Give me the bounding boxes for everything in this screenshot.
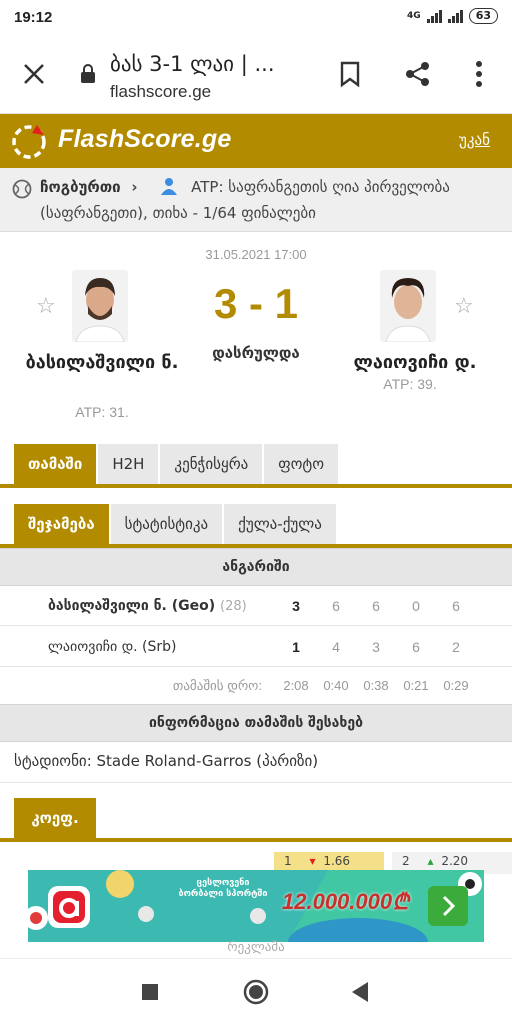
breadcrumb-arrow: › <box>131 178 138 196</box>
odds-home-value: 1.66 <box>323 854 351 868</box>
home-icon[interactable] <box>243 979 269 1005</box>
back-triangle-icon[interactable] <box>351 981 369 1003</box>
venue-info: სტადიონი: Stade Roland-Garros (პარიზი) <box>14 752 319 770</box>
scoreboard-header: ანგარიში <box>0 548 512 586</box>
chevron-right-icon <box>442 895 456 917</box>
odds-away-label: 2 <box>402 854 410 868</box>
match-info-header: ინფორმაცია თამაშის შესახებ <box>0 704 512 742</box>
duration-set-2: 0:38 <box>363 678 389 693</box>
duration-set-3: 0:21 <box>403 678 429 693</box>
ad-brand-text: ცესლოვენი ბორბალი სპორტში <box>178 878 268 899</box>
home-row-name: ბასილაშვილი ნ. (Geo) (28) <box>48 598 247 614</box>
lock-icon <box>81 64 95 83</box>
match-datetime: 31.05.2021 17:00 <box>205 247 307 262</box>
tab-statistics[interactable]: სტატისტიკა <box>110 504 223 544</box>
away-player-photo[interactable] <box>380 270 436 342</box>
status-time: 19:12 <box>14 9 53 26</box>
signal-icon-2 <box>447 9 463 23</box>
page-url[interactable]: flashscore.ge <box>110 82 211 102</box>
main-tabs: თამაში H2H კენჭისყრა ფოტო <box>14 444 339 484</box>
table-row-away[interactable]: ლაიოვიჩი დ. (Srb) 1 4 3 6 2 <box>0 627 512 667</box>
divider <box>0 782 512 783</box>
duration-label: თამაშის დრო: <box>172 678 262 693</box>
away-set-2: 3 <box>372 639 380 655</box>
away-set-1: 4 <box>332 639 340 655</box>
match-header: 31.05.2021 17:00 ☆ ბასილაშვილი ნ. ATP: 3… <box>0 232 512 438</box>
main-tabs-underline <box>0 484 512 488</box>
match-duration-row: თამაშის დრო: 2:08 0:40 0:38 0:21 0:29 <box>0 668 512 704</box>
signal-icon <box>426 9 442 23</box>
home-row-seed: (28) <box>220 599 247 614</box>
home-player-name[interactable]: ბასილაშვილი ნ. <box>14 350 190 376</box>
flashscore-logo-icon[interactable] <box>10 123 48 161</box>
home-set-4: 6 <box>452 598 460 614</box>
sub-tabs: შეჯამება სტატისტიკა ქულა-ქულა <box>14 504 336 544</box>
away-total-sets: 1 <box>292 639 300 655</box>
tab-odds[interactable]: კოეფ. <box>14 798 96 838</box>
odds-home-label: 1 <box>284 854 292 868</box>
duration-set-1: 0:40 <box>323 678 349 693</box>
status-icons: 4G 63 <box>407 8 498 24</box>
status-bar: 19:12 4G 63 <box>0 0 512 34</box>
home-player-rank: ATP: 31. <box>75 404 129 420</box>
ad-amount: 12.000.000₾ <box>282 889 410 914</box>
tab-photo[interactable]: ფოტო <box>264 444 339 484</box>
away-player-name[interactable]: ლაიოვიჩი დ. <box>330 350 500 376</box>
away-set-4: 2 <box>452 639 460 655</box>
page-title[interactable]: ბას 3-1 ლაი | ... <box>110 52 275 76</box>
home-set-1: 6 <box>332 598 340 614</box>
table-row-home[interactable]: ბასილაშვილი ნ. (Geo) (28) 3 6 6 0 6 <box>0 586 512 626</box>
tennis-ball-icon <box>12 179 32 199</box>
battery-icon: 63 <box>468 8 498 24</box>
away-set-3: 6 <box>412 639 420 655</box>
more-icon[interactable] <box>474 60 484 88</box>
breadcrumb: ჩოგბურთი › ATP: საფრანგეთის ღია პირველობ… <box>0 168 512 232</box>
tab-h2h[interactable]: H2H <box>98 444 159 484</box>
tab-point-by-point[interactable]: ქულა-ქულა <box>224 504 336 544</box>
site-logo[interactable]: FlashScore.ge <box>58 125 232 154</box>
home-set-2: 6 <box>372 598 380 614</box>
ad-label: რეკლამა <box>227 940 285 955</box>
ad-banner[interactable]: ცესლოვენი ბორბალი სპორტში 12.000.000₾ <box>28 870 484 942</box>
browser-toolbar: ბას 3-1 ლაი | ... flashscore.ge <box>0 34 512 114</box>
ad-logo <box>48 886 90 928</box>
bookmark-icon[interactable] <box>338 60 362 88</box>
odds-away-value: 2.20 <box>441 854 469 868</box>
home-favorite-star-icon[interactable]: ☆ <box>36 294 56 319</box>
tab-match[interactable]: თამაში <box>14 444 97 484</box>
ad-cta-button[interactable] <box>428 886 468 926</box>
person-icon <box>161 178 178 195</box>
match-status: დასრულდა <box>212 344 300 362</box>
away-player-rank: ATP: 39. <box>383 376 437 392</box>
duration-set-4: 0:29 <box>443 678 469 693</box>
share-icon[interactable] <box>404 60 432 88</box>
home-set-3: 0 <box>412 598 420 614</box>
home-total-sets: 3 <box>292 598 300 614</box>
odds-underline <box>0 838 512 842</box>
away-row-name: ლაიოვიჩი დ. (Srb) <box>48 639 177 655</box>
ad-logo-icon <box>53 891 85 923</box>
home-player-photo[interactable] <box>72 270 128 342</box>
home-row-player: ბასილაშვილი ნ. (Geo) <box>48 598 216 614</box>
match-score: 3 - 1 <box>213 280 299 327</box>
close-icon[interactable] <box>22 62 46 86</box>
breadcrumb-sport[interactable]: ჩოგბურთი <box>40 178 121 196</box>
away-favorite-star-icon[interactable]: ☆ <box>454 294 474 319</box>
tab-summary[interactable]: შეჯამება <box>14 504 109 544</box>
system-nav-bar <box>0 958 512 1024</box>
tab-draw[interactable]: კენჭისყრა <box>160 444 263 484</box>
network-type: 4G <box>407 11 421 21</box>
recent-apps-icon[interactable] <box>141 983 159 1001</box>
back-link[interactable]: უკან <box>459 131 490 149</box>
site-header: FlashScore.ge უკან <box>0 114 512 168</box>
duration-total: 2:08 <box>283 678 309 693</box>
